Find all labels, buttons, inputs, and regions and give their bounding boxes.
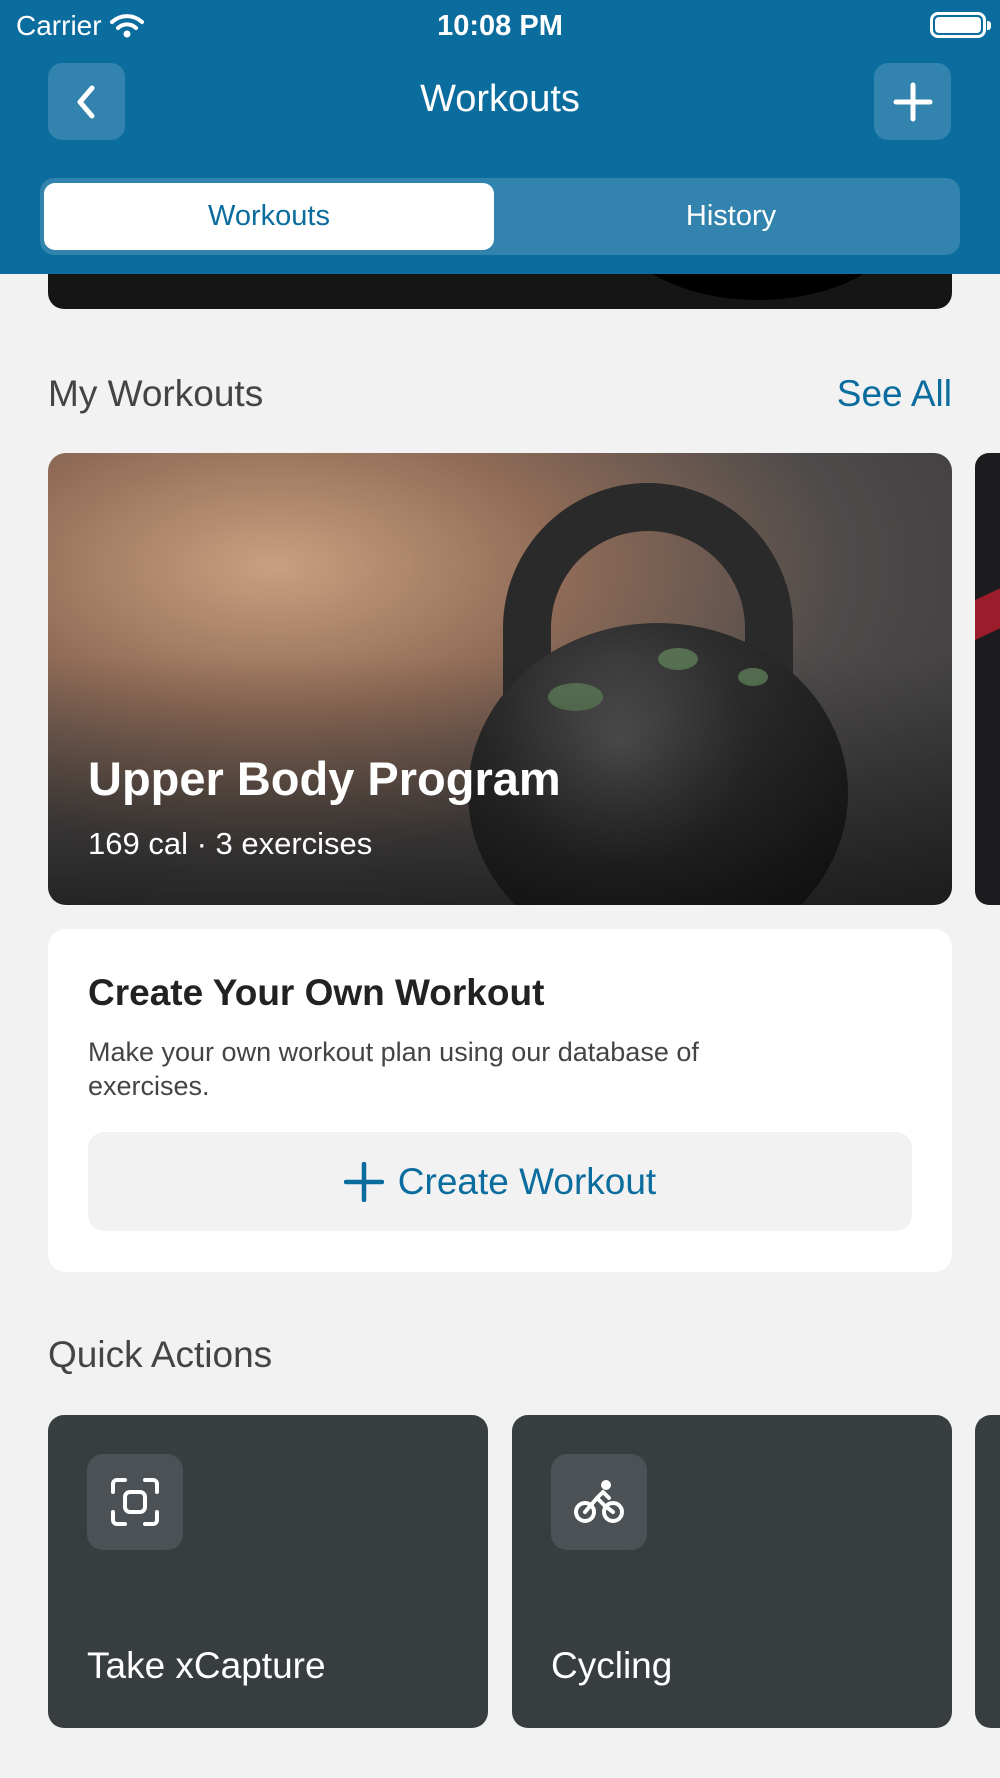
my-workouts-title: My Workouts — [48, 373, 264, 414]
quick-action-cycling[interactable]: Cycling — [512, 1415, 952, 1728]
create-workout-label: Create Workout — [397, 1160, 657, 1202]
scan-icon — [87, 1454, 183, 1550]
quick-action-label: Cycling — [551, 1645, 673, 1686]
plus-icon — [343, 1161, 384, 1202]
add-button[interactable] — [874, 63, 951, 140]
plus-icon — [893, 82, 932, 121]
header: Carrier 10:08 PM Workouts Workouts Histo… — [0, 0, 1000, 274]
battery-icon — [930, 12, 991, 38]
workout-card[interactable]: Upper Body Program 169 cal · 3 exercises — [48, 453, 952, 905]
quick-action-label: Take xCapture — [87, 1645, 326, 1686]
page-title: Workouts — [420, 78, 580, 120]
status-bar: Carrier 10:08 PM — [0, 0, 1000, 52]
see-all-link[interactable]: See All — [837, 373, 952, 415]
segmented-control: Workouts History — [40, 178, 960, 255]
create-description: Make your own workout plan using our dat… — [88, 1037, 699, 1101]
workout-card-subtitle: 169 cal · 3 exercises — [88, 826, 373, 861]
cycling-icon — [551, 1454, 647, 1550]
create-workout-button[interactable]: Create Workout — [88, 1132, 912, 1231]
tab-history[interactable]: History — [506, 183, 956, 250]
quick-actions-title: Quick Actions — [48, 1334, 273, 1375]
quick-action-next[interactable] — [975, 1415, 1000, 1728]
create-workout-card: Create Your Own Workout Make your own wo… — [48, 929, 952, 1272]
workout-card-title: Upper Body Program — [88, 752, 561, 805]
create-title: Create Your Own Workout — [88, 972, 545, 1013]
status-time: 10:08 PM — [437, 10, 563, 42]
quick-action-xcapture[interactable]: Take xCapture — [48, 1415, 488, 1728]
tab-workouts[interactable]: Workouts — [44, 183, 494, 250]
next-workout-card[interactable] — [975, 453, 1000, 905]
